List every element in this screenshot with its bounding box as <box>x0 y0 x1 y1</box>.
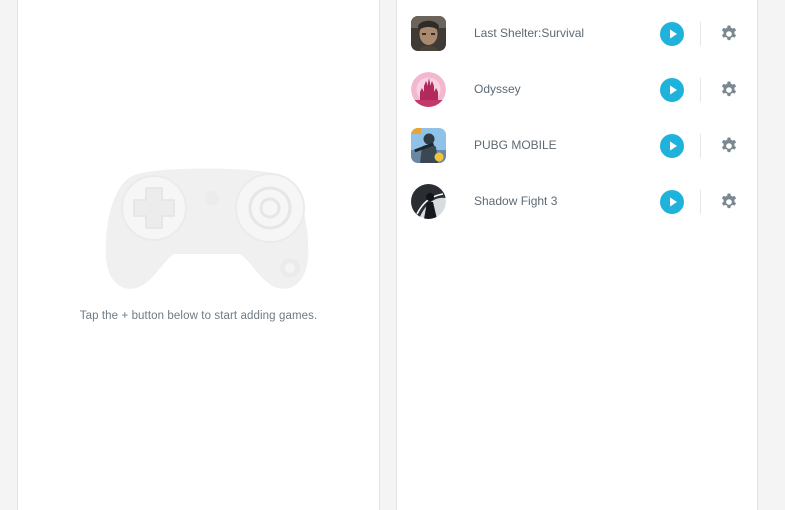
games-panel: Last Shelter:Survival Odyssey PUBG MOBIL… <box>396 0 758 510</box>
odyssey-icon <box>411 72 446 107</box>
settings-button[interactable] <box>719 24 739 44</box>
divider <box>700 190 701 214</box>
play-icon <box>670 141 677 151</box>
play-button[interactable] <box>660 78 684 102</box>
game-row-shadow-fight-3[interactable]: Shadow Fight 3 <box>397 174 757 230</box>
pubg-mobile-icon <box>411 128 446 163</box>
divider <box>700 134 701 158</box>
play-icon <box>670 197 677 207</box>
game-name: PUBG MOBILE <box>474 138 557 152</box>
divider <box>700 22 701 46</box>
gear-icon <box>721 25 737 41</box>
empty-games-panel: Tap the + button below to start adding g… <box>17 0 380 510</box>
game-name: Odyssey <box>474 82 521 96</box>
play-button[interactable] <box>660 190 684 214</box>
game-row-pubg-mobile[interactable]: PUBG MOBILE <box>397 118 757 174</box>
games-list: Last Shelter:Survival Odyssey PUBG MOBIL… <box>397 6 757 230</box>
settings-button[interactable] <box>719 80 739 100</box>
play-button[interactable] <box>660 22 684 46</box>
play-button[interactable] <box>660 134 684 158</box>
divider <box>700 78 701 102</box>
app-screen: Tap the + button below to start adding g… <box>0 0 785 510</box>
gear-icon <box>721 81 737 97</box>
settings-button[interactable] <box>719 192 739 212</box>
shadow-fight-icon <box>411 184 446 219</box>
settings-button[interactable] <box>719 136 739 156</box>
gear-icon <box>721 193 737 209</box>
gamepad-icon <box>105 168 309 289</box>
last-shelter-icon <box>411 16 446 51</box>
game-name: Last Shelter:Survival <box>474 26 585 40</box>
gear-icon <box>721 137 737 153</box>
game-row-last-shelter[interactable]: Last Shelter:Survival <box>397 6 757 62</box>
play-icon <box>670 85 677 95</box>
game-name: Shadow Fight 3 <box>474 194 558 208</box>
play-icon <box>670 29 677 39</box>
game-row-odyssey[interactable]: Odyssey <box>397 62 757 118</box>
empty-state-message: Tap the + button below to start adding g… <box>79 310 318 322</box>
